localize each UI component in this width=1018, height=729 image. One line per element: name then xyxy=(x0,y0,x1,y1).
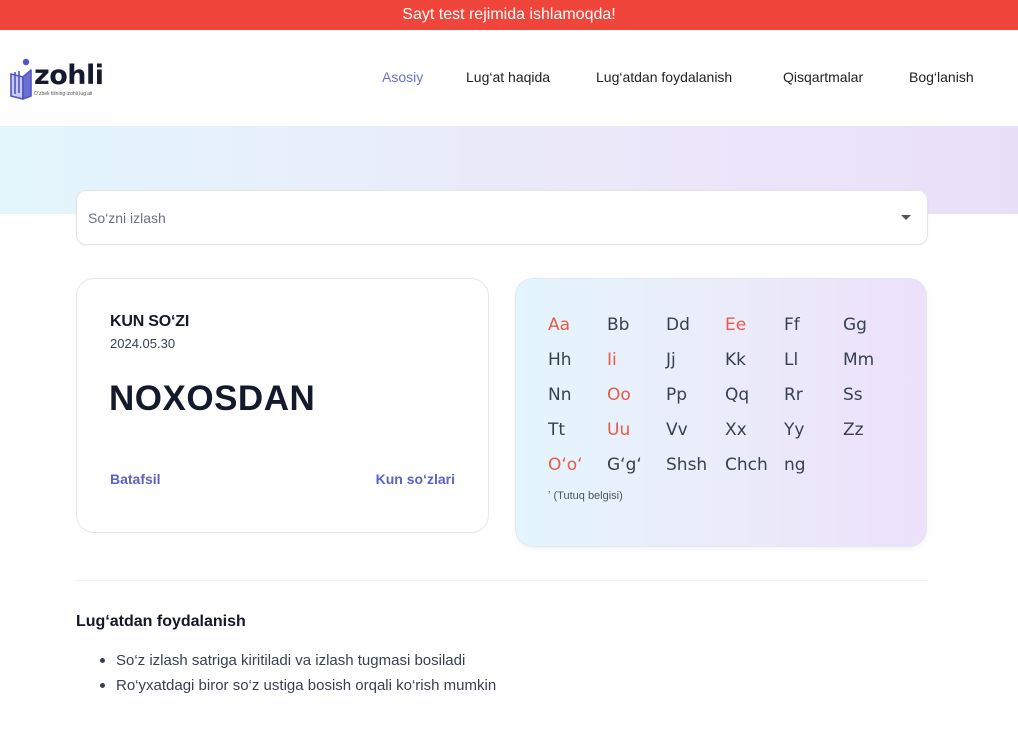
alphabet-card: ʼ (Tutuq belgisi) Aa Bb Dd Ee Ff Gg Hh Ii Jj Kk Ll… xyxy=(515,278,927,547)
chevron-down-icon[interactable] xyxy=(901,215,911,220)
alphabet-letter[interactable]: Nn xyxy=(548,385,572,405)
alphabet-letter[interactable]: ng xyxy=(784,455,806,475)
bullet-icon xyxy=(100,683,105,688)
alphabet-letter[interactable]: Yy xyxy=(784,420,804,440)
alphabet-letter[interactable]: Shsh xyxy=(666,455,707,475)
word-of-day-date: 2024.05.30 xyxy=(110,336,176,351)
alphabet-letter[interactable]: Bb xyxy=(607,315,629,335)
list-item-text: Ro‘yxatdagi biror so‘z ustiga bosish orq… xyxy=(116,677,497,694)
search-input[interactable] xyxy=(88,191,868,244)
alphabet-letter[interactable]: Rr xyxy=(784,385,803,405)
word-of-day-word[interactable]: NOXOSDAN xyxy=(109,379,315,419)
alphabet-letter[interactable]: Zz xyxy=(843,420,864,440)
list-item: Ro‘yxatdagi biror so‘z ustiga bosish orq… xyxy=(98,675,496,700)
daily-words-link[interactable]: Kun so‘zlari xyxy=(376,471,455,487)
alphabet-letter[interactable]: Ll xyxy=(784,350,798,370)
alphabet-letter[interactable]: Ee xyxy=(725,315,746,335)
list-item-text: So‘z izlash satriga kiritiladi va izlash… xyxy=(116,652,466,669)
alphabet-letter[interactable]: Tt xyxy=(548,420,565,440)
nav-about[interactable]: Lug‘at haqida xyxy=(466,69,550,85)
nav-usage[interactable]: Lug‘atdan foydalanish xyxy=(596,69,732,85)
alphabet-letter[interactable]: Chch xyxy=(725,455,768,475)
alphabet-letter[interactable]: Xx xyxy=(725,420,747,440)
section-divider xyxy=(76,580,928,581)
site-header: zohli O‘zbek tilining izohli lug‘ati Aso… xyxy=(0,30,1018,126)
usage-list: So‘z izlash satriga kiritiladi va izlash… xyxy=(98,650,496,700)
alphabet-letter[interactable]: Ii xyxy=(607,350,617,370)
details-link[interactable]: Batafsil xyxy=(110,471,161,487)
nav-contact[interactable]: Bog‘lanish xyxy=(909,69,974,85)
usage-title: Lug‘atdan foydalanish xyxy=(76,613,246,630)
nav-home[interactable]: Asosiy xyxy=(382,69,423,85)
word-of-day-heading: KUN SO‘ZI xyxy=(110,313,190,330)
alphabet-letter[interactable]: Uu xyxy=(607,420,630,440)
alphabet-letter[interactable]: O‘o‘ xyxy=(548,455,583,475)
alphabet-letter[interactable]: Pp xyxy=(666,385,687,405)
alphabet-letter[interactable]: Vv xyxy=(666,420,688,440)
alphabet-letter[interactable]: Kk xyxy=(725,350,746,370)
apostrophe-note[interactable]: ʼ (Tutuq belgisi) xyxy=(548,490,623,502)
logo-tagline: O‘zbek tilining izohli lug‘ati xyxy=(34,91,93,97)
alphabet-letter[interactable]: Hh xyxy=(548,350,572,370)
test-mode-banner: Sayt test rejimida ishlamoqda! xyxy=(0,0,1018,30)
alphabet-letter[interactable]: Oo xyxy=(607,385,631,405)
alphabet-letter[interactable]: Aa xyxy=(548,315,570,335)
bullet-icon xyxy=(100,658,105,663)
list-item: So‘z izlash satriga kiritiladi va izlash… xyxy=(98,650,496,675)
nav-abbreviations[interactable]: Qisqartmalar xyxy=(783,69,863,85)
alphabet-letter[interactable]: Jj xyxy=(666,350,676,370)
alphabet-letter[interactable]: Mm xyxy=(843,350,874,370)
alphabet-letter[interactable]: Ss xyxy=(843,385,863,405)
alphabet-letter[interactable]: Qq xyxy=(725,385,749,405)
main-nav: Asosiy Lug‘at haqida Lug‘atdan foydalani… xyxy=(0,69,1018,89)
banner-text: Sayt test rejimida ishlamoqda! xyxy=(402,6,616,23)
alphabet-letter[interactable]: Ff xyxy=(784,315,800,335)
word-of-the-day-card: KUN SO‘ZI 2024.05.30 NOXOSDAN Batafsil K… xyxy=(76,278,489,533)
alphabet-letter[interactable]: Dd xyxy=(666,315,690,335)
alphabet-letter[interactable]: G‘g‘ xyxy=(607,455,642,475)
word-search-box[interactable] xyxy=(76,190,928,245)
alphabet-letter[interactable]: Gg xyxy=(843,315,867,335)
